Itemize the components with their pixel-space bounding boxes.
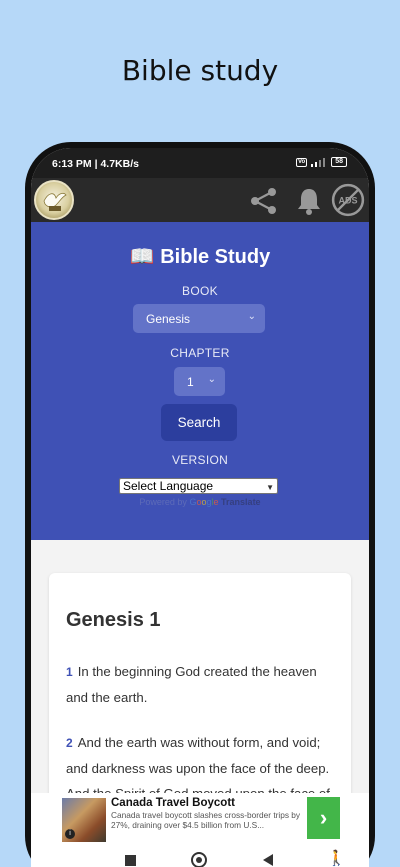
phone-frame: 6:13 PM | 4.7KB/s Vo 58 ADS 📖 Bible Stud… bbox=[25, 142, 375, 867]
google-translate-attribution: Powered by Google Translate bbox=[31, 497, 369, 507]
signal-icon bbox=[311, 157, 326, 167]
translate-link[interactable]: Translate bbox=[221, 497, 261, 507]
ad-thumbnail[interactable]: i bbox=[62, 798, 106, 842]
verse: 1 In the beginning God created the heaven… bbox=[66, 659, 340, 710]
chevron-down-icon: ⌄ bbox=[207, 374, 216, 385]
version-label: VERSION bbox=[171, 453, 229, 467]
chevron-down-icon: ▼ bbox=[266, 483, 274, 492]
chevron-down-icon: ⌄ bbox=[247, 311, 256, 322]
ad-description: Canada travel boycott slashes cross-bord… bbox=[111, 810, 301, 830]
share-icon[interactable] bbox=[249, 186, 279, 216]
no-ads-label: ADS bbox=[338, 196, 357, 206]
system-icons: Vo 58 bbox=[295, 157, 347, 167]
app-logo[interactable] bbox=[34, 180, 74, 220]
app-title: 📖 Bible Study bbox=[129, 246, 271, 268]
book-label: BOOK bbox=[182, 284, 218, 298]
chapter-label: CHAPTER bbox=[170, 346, 230, 360]
no-ads-icon[interactable]: ADS bbox=[331, 183, 365, 217]
phone-screen: 6:13 PM | 4.7KB/s Vo 58 ADS 📖 Bible Stud… bbox=[31, 148, 369, 867]
verse-number: 1 bbox=[66, 665, 73, 679]
chapter-select[interactable]: 1 ⌄ bbox=[174, 367, 225, 396]
accessibility-icon[interactable]: 🚶 bbox=[327, 849, 346, 867]
status-bar: 6:13 PM | 4.7KB/s Vo 58 bbox=[31, 148, 369, 178]
recents-button[interactable] bbox=[125, 855, 136, 866]
battery-icon: 58 bbox=[331, 157, 347, 167]
page-caption: Bible study bbox=[121, 54, 279, 87]
info-icon[interactable]: i bbox=[65, 829, 75, 839]
search-panel: 📖 Bible Study BOOK Genesis ⌄ CHAPTER 1 ⌄… bbox=[31, 222, 369, 540]
book-select-value: Genesis bbox=[146, 312, 191, 326]
dove-logo-icon bbox=[43, 192, 67, 211]
ad-title[interactable]: Canada Travel Boycott bbox=[111, 797, 235, 809]
powered-by-text: Powered by bbox=[139, 497, 187, 507]
back-button[interactable] bbox=[263, 854, 273, 866]
verse-number: 2 bbox=[66, 736, 73, 750]
ad-go-button[interactable]: › bbox=[307, 797, 340, 839]
ad-banner[interactable]: i Canada Travel Boycott Canada travel bo… bbox=[31, 793, 369, 843]
home-button[interactable] bbox=[191, 852, 207, 867]
chapter-select-value: 1 bbox=[187, 375, 194, 389]
language-select[interactable]: Select Language ▼ bbox=[119, 478, 278, 494]
app-bar: ADS bbox=[31, 178, 369, 222]
status-time: 6:13 PM | 4.7KB/s bbox=[52, 158, 139, 170]
verse-text: In the beginning God created the heaven … bbox=[66, 664, 317, 705]
bell-icon[interactable] bbox=[294, 186, 324, 216]
google-letter: e bbox=[213, 497, 219, 507]
system-nav-bar: 🚶 bbox=[31, 843, 369, 867]
chapter-heading: Genesis 1 bbox=[66, 609, 161, 631]
volte-icon: Vo bbox=[295, 157, 308, 167]
search-button[interactable]: Search bbox=[161, 404, 237, 441]
language-select-value: Select Language bbox=[123, 479, 214, 493]
book-select[interactable]: Genesis ⌄ bbox=[133, 304, 265, 333]
